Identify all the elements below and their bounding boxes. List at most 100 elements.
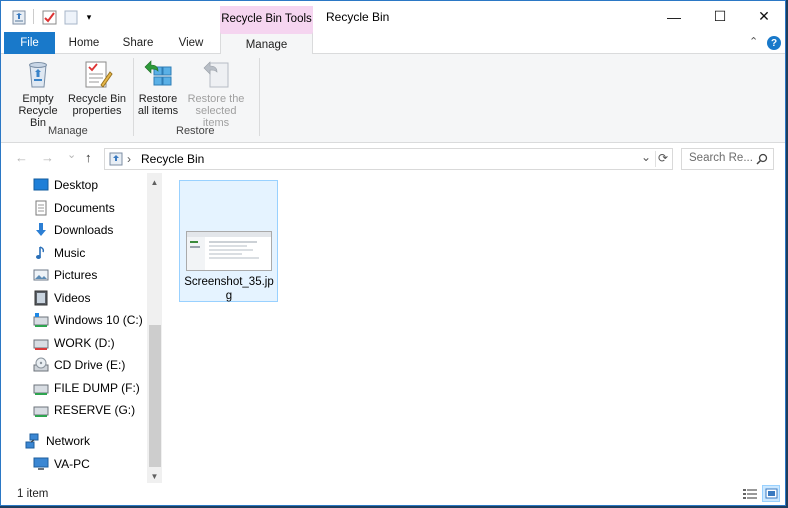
sidebar-item-label: Downloads xyxy=(54,223,114,237)
drive-icon xyxy=(33,406,49,417)
sidebar-item-windows-c[interactable]: Windows 10 (C:) xyxy=(33,310,143,330)
file-name: Screenshot_35.jpg xyxy=(184,276,274,302)
sidebar-item-music[interactable]: Music xyxy=(33,243,85,263)
restore-all-items-button[interactable]: Restore all items xyxy=(135,58,181,117)
ribbon-group-separator-2 xyxy=(259,58,260,136)
file-list-area[interactable]: Screenshot_35.jpg xyxy=(163,173,785,483)
drive-icon xyxy=(33,384,49,395)
properties-check-icon[interactable] xyxy=(41,8,57,26)
recycle-bin-properties-label: Recycle Bin properties xyxy=(67,93,127,117)
navigation-pane: Desktop Documents Downloads Music Pictur… xyxy=(1,173,163,483)
videos-icon xyxy=(34,290,48,306)
details-view-button[interactable] xyxy=(741,485,759,502)
properties-icon xyxy=(85,61,113,88)
restore-group-label: Restore xyxy=(176,125,215,137)
sidebar-item-videos[interactable]: Videos xyxy=(33,288,90,308)
tab-home[interactable]: Home xyxy=(61,32,107,54)
back-button[interactable]: ← xyxy=(15,150,28,165)
empty-recycle-bin-button[interactable]: Empty Recycle Bin xyxy=(9,58,67,129)
sidebar-item-file-dump-f[interactable]: FILE DUMP (F:) xyxy=(33,378,140,398)
tab-file[interactable]: File xyxy=(4,32,55,54)
recycle-bin-small-icon[interactable] xyxy=(11,8,27,26)
ribbon-panel: Empty Recycle Bin Recycle Bin properties… xyxy=(1,54,785,143)
desktop-icon xyxy=(33,178,49,191)
sidebar-item-label: Videos xyxy=(54,291,91,305)
close-button[interactable]: ✕ xyxy=(741,1,787,32)
search-box[interactable]: Search Re... xyxy=(681,148,774,170)
computer-icon xyxy=(33,457,49,470)
sidebar-item-network[interactable]: Network xyxy=(25,431,90,451)
refresh-icon[interactable]: ⟳ xyxy=(658,151,668,165)
sidebar-item-va-pc[interactable]: VA-PC xyxy=(33,454,90,474)
up-button[interactable]: ↑ xyxy=(85,150,92,165)
sidebar-item-label: CD Drive (E:) xyxy=(54,358,126,372)
cd-drive-icon xyxy=(33,357,49,372)
breadcrumb-separator[interactable]: › xyxy=(127,152,131,166)
large-icons-view-button[interactable] xyxy=(762,485,780,502)
restore-all-icon xyxy=(144,60,172,86)
status-bar: 1 item xyxy=(1,483,785,505)
sidebar-item-label: Music xyxy=(54,246,86,260)
large-icons-view-icon xyxy=(765,488,777,499)
sidebar-item-label: FILE DUMP (F:) xyxy=(54,381,140,395)
scroll-up-icon[interactable]: ▲ xyxy=(147,175,162,190)
sidebar-item-work-d[interactable]: WORK (D:) xyxy=(33,333,115,353)
new-folder-icon[interactable] xyxy=(63,8,79,26)
forward-button[interactable]: → xyxy=(41,150,54,165)
collapse-ribbon-icon[interactable]: ⌃ xyxy=(749,35,758,48)
sidebar-item-pictures[interactable]: Pictures xyxy=(33,265,97,285)
navigation-pane-scrollbar[interactable]: ▲ ▼ xyxy=(147,173,162,483)
sidebar-item-label: RESERVE (G:) xyxy=(54,403,136,417)
network-icon xyxy=(25,433,39,449)
item-count: 1 item xyxy=(17,488,49,500)
sidebar-item-label: Network xyxy=(46,434,91,448)
details-view-icon xyxy=(743,488,757,499)
sidebar-item-downloads[interactable]: Downloads xyxy=(33,220,113,240)
tab-manage[interactable]: Manage xyxy=(220,32,313,55)
address-separator xyxy=(655,151,656,167)
manage-group-label: Manage xyxy=(48,125,88,137)
empty-recycle-bin-icon xyxy=(29,62,47,88)
scroll-down-icon[interactable]: ▼ xyxy=(147,469,162,484)
recycle-bin-properties-button[interactable]: Recycle Bin properties xyxy=(67,58,127,117)
window-title: Recycle Bin xyxy=(326,10,390,24)
ribbon-group-separator xyxy=(133,58,134,136)
drive-icon xyxy=(33,339,49,350)
empty-recycle-bin-label: Empty Recycle Bin xyxy=(18,93,58,129)
tab-view[interactable]: View xyxy=(169,32,213,54)
restore-selected-items-button[interactable]: Restore the selected items xyxy=(181,58,251,129)
sidebar-item-label: WORK (D:) xyxy=(54,336,115,350)
sidebar-item-reserve-g[interactable]: RESERVE (G:) xyxy=(33,400,135,420)
file-thumbnail xyxy=(186,231,272,271)
sidebar-item-desktop[interactable]: Desktop xyxy=(33,175,98,195)
scrollbar-thumb[interactable] xyxy=(149,325,161,467)
sidebar-item-label: Documents xyxy=(54,201,115,215)
documents-icon xyxy=(35,200,47,216)
sidebar-item-cd-drive-e[interactable]: CD Drive (E:) xyxy=(33,355,125,375)
tab-share[interactable]: Share xyxy=(115,32,161,54)
customize-toolbar-icon[interactable]: ▾ xyxy=(83,8,95,26)
address-bar[interactable]: › Recycle Bin ⌄ ⟳ xyxy=(104,148,673,170)
file-item[interactable]: Screenshot_35.jpg xyxy=(179,180,278,302)
file-explorer-window: ▾ Recycle Bin Tools Recycle Bin — ☐ ✕ Fi… xyxy=(0,0,786,506)
sidebar-item-documents[interactable]: Documents xyxy=(33,198,115,218)
sidebar-item-label: Windows 10 (C:) xyxy=(54,313,143,327)
quick-access-separator xyxy=(33,9,34,24)
recycle-bin-location-icon xyxy=(109,152,123,166)
minimize-button[interactable]: — xyxy=(651,1,697,32)
address-dropdown-icon[interactable]: ⌄ xyxy=(641,150,651,164)
ribbon-tabs: File Home Share View Manage ⌃ ? xyxy=(1,32,785,55)
pictures-icon xyxy=(33,269,49,281)
search-input[interactable]: Search Re... xyxy=(689,152,753,164)
restore-selected-icon xyxy=(203,61,229,88)
restore-all-items-label: Restore all items xyxy=(137,93,179,117)
navigation-bar: ← → ⌄ ↑ › Recycle Bin ⌄ ⟳ Search Re... xyxy=(1,143,785,173)
breadcrumb-recycle-bin[interactable]: Recycle Bin xyxy=(141,152,204,166)
maximize-button[interactable]: ☐ xyxy=(697,1,743,32)
drive-icon xyxy=(33,313,49,327)
search-icon[interactable] xyxy=(756,153,768,165)
recent-locations-button[interactable]: ⌄ xyxy=(67,148,76,161)
sidebar-item-label: Pictures xyxy=(54,268,98,282)
help-icon[interactable]: ? xyxy=(767,36,781,50)
restore-selected-items-label: Restore the selected items xyxy=(187,93,245,129)
